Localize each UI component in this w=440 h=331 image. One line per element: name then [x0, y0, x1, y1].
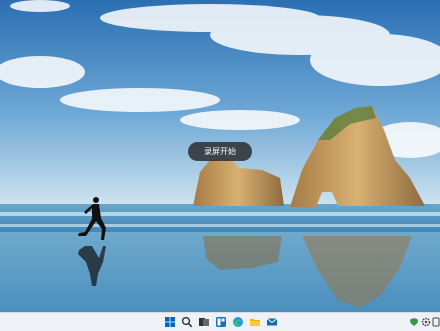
widgets-icon[interactable] — [215, 316, 227, 328]
search-icon[interactable] — [181, 316, 193, 328]
recording-started-toast: 录屏开始 — [188, 142, 252, 161]
sea — [0, 204, 440, 234]
task-view-icon[interactable] — [198, 316, 210, 328]
shield-icon[interactable] — [409, 317, 419, 327]
taskbar — [0, 312, 440, 331]
tablet-icon[interactable] — [431, 317, 440, 327]
gear-icon[interactable] — [421, 317, 431, 327]
mail-icon[interactable] — [266, 316, 278, 328]
file-explorer-icon[interactable] — [249, 316, 261, 328]
edge-browser-icon[interactable] — [232, 316, 244, 328]
windows-start-icon[interactable] — [164, 316, 176, 328]
desktop-wallpaper — [0, 0, 440, 312]
